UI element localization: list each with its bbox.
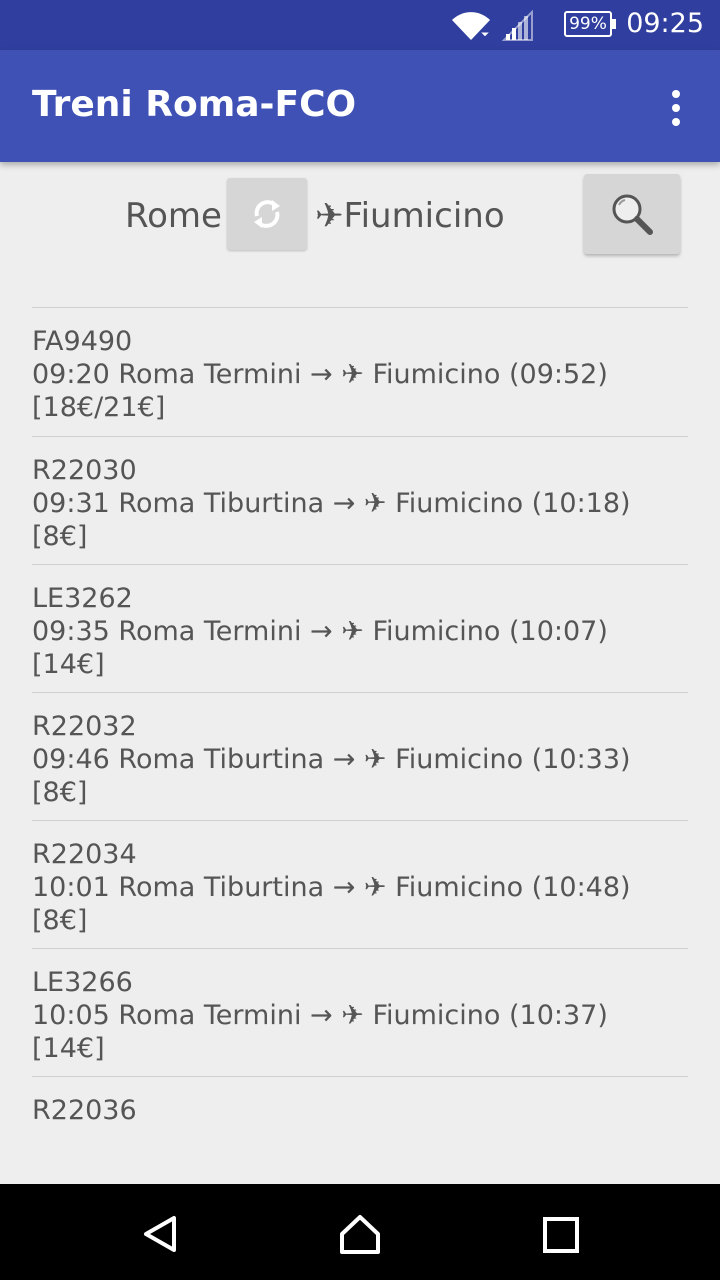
- train-description: 09:20 Roma Termini → ✈ Fiumicino (09:52)…: [32, 359, 608, 423]
- train-code: R22030: [32, 455, 137, 486]
- wifi-icon: [452, 12, 492, 40]
- search-button[interactable]: [584, 174, 680, 254]
- list-item[interactable]: R22030 09:31 Roma Tiburtina → ✈ Fiumicin…: [32, 436, 688, 564]
- signal-icon: [502, 10, 533, 41]
- route-to: ✈Fiumicino: [315, 196, 505, 236]
- route-from: Rome: [125, 196, 222, 236]
- train-description: 10:05 Roma Termini → ✈ Fiumicino (10:37)…: [32, 1000, 608, 1064]
- list-item[interactable]: LE3262 09:35 Roma Termini → ✈ Fiumicino …: [32, 564, 688, 692]
- recents-icon[interactable]: [542, 1216, 580, 1254]
- back-icon[interactable]: [140, 1214, 180, 1254]
- train-code: LE3262: [32, 583, 133, 614]
- battery-icon: 99%: [564, 11, 612, 37]
- list-item[interactable]: R22034 10:01 Roma Tiburtina → ✈ Fiumicin…: [32, 820, 688, 948]
- status-time: 09:25: [626, 8, 704, 39]
- train-code: LE3266: [32, 967, 133, 998]
- list-item[interactable]: R22032 09:46 Roma Tiburtina → ✈ Fiumicin…: [32, 692, 688, 820]
- search-icon: [612, 194, 653, 235]
- list-item[interactable]: R22036: [32, 1076, 688, 1153]
- train-description: 09:46 Roma Tiburtina → ✈ Fiumicino (10:3…: [32, 744, 631, 808]
- train-description: 10:01 Roma Tiburtina → ✈ Fiumicino (10:4…: [32, 872, 631, 936]
- train-code: FA9490: [32, 326, 133, 357]
- train-description: 09:31 Roma Tiburtina → ✈ Fiumicino (10:1…: [32, 488, 631, 552]
- swap-refresh-icon: [254, 200, 280, 228]
- list-item[interactable]: LE3266 10:05 Roma Termini → ✈ Fiumicino …: [32, 948, 688, 1076]
- app-title: Treni Roma-FCO: [32, 84, 357, 125]
- navigation-bar: [0, 1184, 720, 1280]
- train-list[interactable]: FA9490 09:20 Roma Termini → ✈ Fiumicino …: [32, 307, 688, 1153]
- status-bar: 99% 09:25: [0, 0, 720, 50]
- overflow-menu-icon[interactable]: [656, 80, 696, 136]
- list-item[interactable]: FA9490 09:20 Roma Termini → ✈ Fiumicino …: [32, 307, 688, 436]
- battery-tip: [612, 19, 616, 29]
- swap-button[interactable]: [227, 178, 307, 250]
- app-bar: Treni Roma-FCO: [0, 50, 720, 162]
- train-code: R22036: [32, 1095, 137, 1126]
- train-description: 09:35 Roma Termini → ✈ Fiumicino (10:07)…: [32, 616, 608, 680]
- train-code: R22032: [32, 711, 137, 742]
- home-icon[interactable]: [338, 1212, 382, 1256]
- train-code: R22034: [32, 839, 137, 870]
- battery-level: 99%: [569, 14, 607, 34]
